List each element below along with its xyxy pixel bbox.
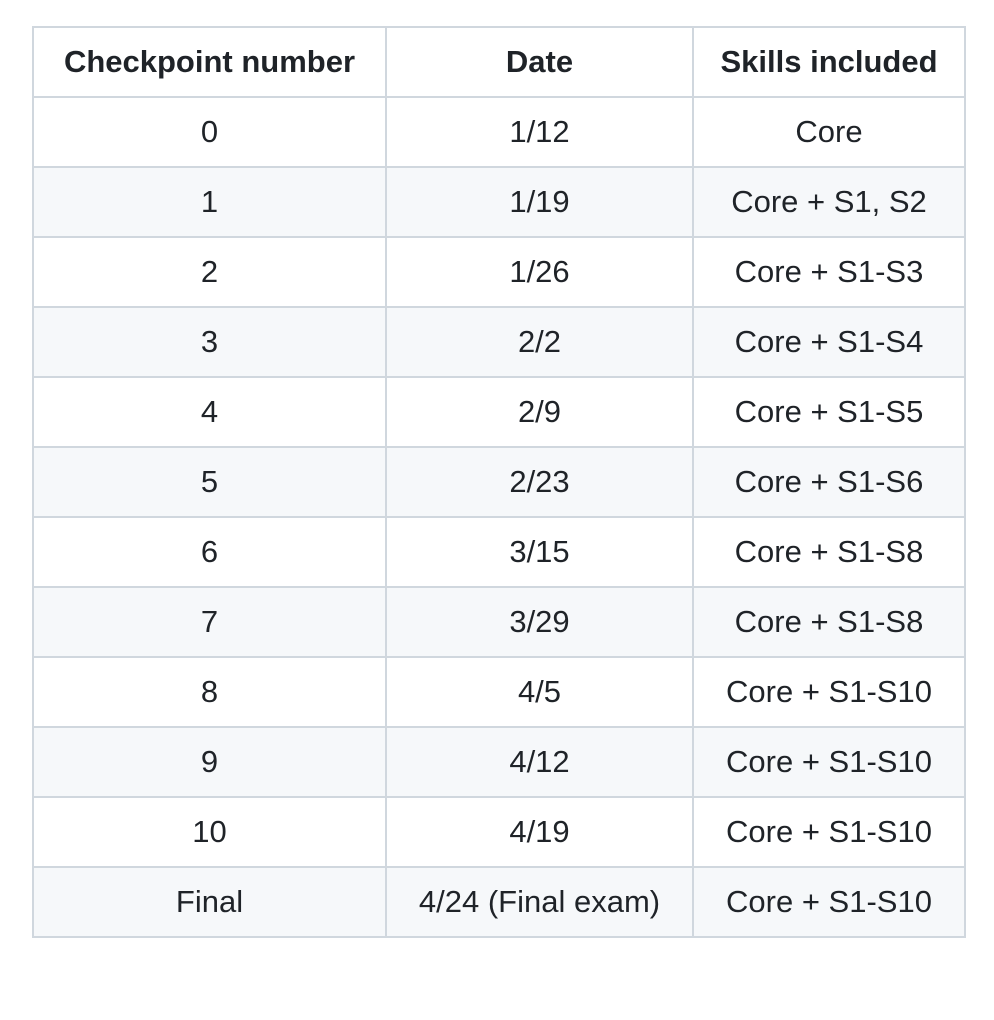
- table-row: 2 1/26 Core + S1-S3: [32, 236, 966, 308]
- cell-skills-included: Core + S1-S3: [692, 236, 966, 308]
- cell-checkpoint-number: 0: [32, 96, 387, 168]
- cell-date: 3/15: [385, 516, 694, 588]
- header-date: Date: [385, 26, 694, 98]
- table-row: 5 2/23 Core + S1-S6: [32, 446, 966, 518]
- cell-skills-included: Core + S1-S6: [692, 446, 966, 518]
- cell-skills-included: Core + S1-S10: [692, 866, 966, 938]
- cell-skills-included: Core + S1-S4: [692, 306, 966, 378]
- cell-date: 4/12: [385, 726, 694, 798]
- cell-skills-included: Core + S1-S10: [692, 656, 966, 728]
- cell-checkpoint-number: 7: [32, 586, 387, 658]
- header-row: Checkpoint number Date Skills included: [32, 26, 966, 98]
- cell-skills-included: Core + S1-S8: [692, 516, 966, 588]
- cell-date: 2/2: [385, 306, 694, 378]
- cell-skills-included: Core + S1-S8: [692, 586, 966, 658]
- cell-date: 2/9: [385, 376, 694, 448]
- cell-checkpoint-number: 2: [32, 236, 387, 308]
- table-row: 10 4/19 Core + S1-S10: [32, 796, 966, 868]
- header-skills-included: Skills included: [692, 26, 966, 98]
- cell-checkpoint-number: 9: [32, 726, 387, 798]
- table-row: 6 3/15 Core + S1-S8: [32, 516, 966, 588]
- checkpoint-schedule-table: Checkpoint number Date Skills included 0…: [32, 26, 966, 938]
- cell-checkpoint-number: 6: [32, 516, 387, 588]
- cell-date: 4/24 (Final exam): [385, 866, 694, 938]
- cell-date: 4/19: [385, 796, 694, 868]
- cell-skills-included: Core: [692, 96, 966, 168]
- cell-skills-included: Core + S1-S10: [692, 796, 966, 868]
- table-row: Final 4/24 (Final exam) Core + S1-S10: [32, 866, 966, 938]
- cell-checkpoint-number: 4: [32, 376, 387, 448]
- header-checkpoint-number: Checkpoint number: [32, 26, 387, 98]
- cell-skills-included: Core + S1-S5: [692, 376, 966, 448]
- cell-checkpoint-number: Final: [32, 866, 387, 938]
- table-body: 0 1/12 Core 1 1/19 Core + S1, S2 2 1/26 …: [32, 96, 966, 938]
- cell-checkpoint-number: 1: [32, 166, 387, 238]
- cell-date: 1/12: [385, 96, 694, 168]
- cell-checkpoint-number: 3: [32, 306, 387, 378]
- cell-date: 1/19: [385, 166, 694, 238]
- table-row: 4 2/9 Core + S1-S5: [32, 376, 966, 448]
- cell-date: 1/26: [385, 236, 694, 308]
- cell-checkpoint-number: 8: [32, 656, 387, 728]
- cell-checkpoint-number: 5: [32, 446, 387, 518]
- table-row: 9 4/12 Core + S1-S10: [32, 726, 966, 798]
- table-row: 8 4/5 Core + S1-S10: [32, 656, 966, 728]
- cell-date: 4/5: [385, 656, 694, 728]
- table-row: 1 1/19 Core + S1, S2: [32, 166, 966, 238]
- cell-date: 3/29: [385, 586, 694, 658]
- cell-date: 2/23: [385, 446, 694, 518]
- table-row: 0 1/12 Core: [32, 96, 966, 168]
- cell-skills-included: Core + S1-S10: [692, 726, 966, 798]
- table-row: 7 3/29 Core + S1-S8: [32, 586, 966, 658]
- table-row: 3 2/2 Core + S1-S4: [32, 306, 966, 378]
- cell-skills-included: Core + S1, S2: [692, 166, 966, 238]
- table-header: Checkpoint number Date Skills included: [32, 26, 966, 98]
- cell-checkpoint-number: 10: [32, 796, 387, 868]
